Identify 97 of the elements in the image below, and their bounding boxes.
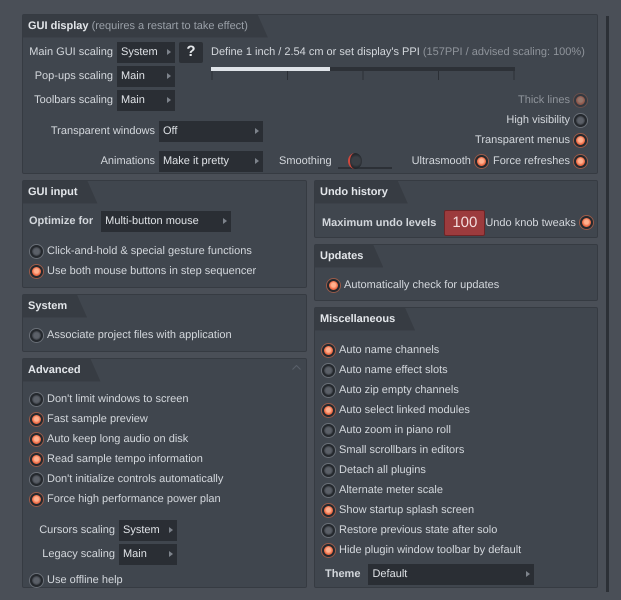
caret-icon	[169, 527, 173, 533]
caret-icon	[526, 571, 530, 577]
panel-title: Updates	[315, 245, 384, 268]
dropdown[interactable]: Multi-button mouse	[101, 210, 232, 232]
option-label: Don't initialize controls automatically	[47, 472, 224, 488]
caret-icon	[167, 49, 171, 55]
radio-button[interactable]	[322, 384, 335, 397]
radio-button[interactable]	[30, 493, 43, 506]
radio-button[interactable]	[574, 134, 587, 147]
field-label: Legacy scaling	[41, 546, 115, 562]
radio-button[interactable]	[30, 393, 43, 406]
panel-title: GUI input	[23, 181, 98, 204]
dropdown[interactable]: Default	[368, 564, 534, 584]
radio-button[interactable]	[30, 433, 43, 446]
field-label: Pop-ups scaling	[34, 68, 113, 84]
option-label: Don't limit windows to screen	[47, 392, 188, 408]
option-label: Alternate meter scale	[339, 485, 443, 496]
option-label: Hide plugin window toolbar by default	[339, 545, 522, 556]
field-label: Maximum undo levels	[322, 216, 436, 230]
option-label: Automatically check for updates	[344, 278, 500, 294]
option-label: Fast sample preview	[47, 412, 148, 428]
radio-button[interactable]	[30, 574, 43, 587]
option-label: Ultrasmooth	[412, 154, 471, 169]
option-label: Read sample tempo information	[47, 452, 203, 468]
field-label: Animations	[100, 154, 155, 169]
field-label: Optimize for	[29, 214, 94, 229]
option-label: Auto name channels	[339, 345, 440, 356]
option-label: Small scrollbars in editors	[339, 445, 464, 456]
caret-icon	[255, 158, 259, 164]
scrollbar[interactable]	[606, 16, 609, 592]
option-label: Force refreshes	[492, 154, 570, 169]
field-label: Toolbars scaling	[33, 92, 113, 108]
field-label: Theme	[325, 568, 360, 580]
radio-button[interactable]	[322, 404, 335, 417]
panel-title: GUI display (requires a restart to take effect)	[23, 15, 268, 38]
radio-button[interactable]	[30, 265, 43, 278]
option-label: Use both mouse buttons in step sequencer	[47, 264, 256, 280]
radio-button[interactable]	[30, 329, 43, 342]
radio-button[interactable]	[30, 453, 43, 466]
option-label: Use offline help	[47, 573, 123, 588]
radio-button[interactable]	[327, 279, 340, 292]
option-label: High visibility	[506, 113, 570, 128]
dropdown[interactable]: Main	[117, 90, 175, 110]
option-label: Detach all plugins	[339, 465, 426, 476]
smoothing-slider[interactable]	[338, 153, 392, 169]
field-label: Main GUI scaling	[29, 44, 113, 60]
caret-icon	[169, 551, 173, 557]
radio-button[interactable]	[322, 444, 335, 457]
dropdown[interactable]: System	[119, 520, 177, 540]
option-label: Associate project files with application	[47, 328, 232, 344]
ppi-slider[interactable]	[211, 66, 515, 70]
radio-button[interactable]	[322, 484, 335, 497]
option-label: Force high performance power plan	[47, 492, 221, 508]
panel-title: System	[23, 295, 88, 318]
radio-button[interactable]	[322, 524, 335, 537]
radio-button[interactable]	[474, 154, 488, 168]
undo-levels-field[interactable]: 100	[444, 210, 486, 236]
radio-button[interactable]	[30, 473, 43, 486]
option-label: Thick lines	[518, 93, 570, 108]
option-label: Transparent menus	[475, 133, 570, 148]
ppi-label: Define 1 inch / 2.54 cm or set display's PPI (157PPI / advised scaling: 100%)	[211, 44, 585, 60]
panel-title: Miscellaneous	[315, 308, 416, 330]
option-label: Auto name effect slots	[339, 365, 448, 376]
radio-button[interactable]	[322, 464, 335, 477]
dropdown[interactable]: Main	[119, 544, 177, 564]
field-label: Transparent windows	[50, 124, 155, 139]
option-label: Auto select linked modules	[339, 405, 470, 416]
option-label: Auto keep long audio on disk	[47, 432, 188, 448]
radio-button[interactable]	[322, 364, 335, 377]
radio-button[interactable]	[580, 216, 593, 230]
radio-button[interactable]	[322, 344, 335, 357]
option-label: Restore previous state after solo	[339, 525, 498, 536]
option-label: Auto zip empty channels	[339, 385, 459, 396]
help-button[interactable]: ?	[179, 42, 203, 62]
radio-button[interactable]	[574, 154, 587, 168]
caret-icon	[167, 97, 171, 103]
panel-title: Undo history	[315, 181, 408, 204]
option-label: Auto zoom in piano roll	[339, 425, 451, 436]
field-label: Smoothing	[279, 154, 332, 169]
field-label: Cursors scaling	[38, 522, 115, 538]
dropdown[interactable]: System	[117, 42, 175, 62]
radio-button[interactable]	[322, 544, 335, 557]
caret-icon	[167, 73, 171, 79]
caret-icon	[223, 218, 228, 224]
dropdown[interactable]: Main	[117, 66, 175, 86]
radio-button[interactable]	[322, 504, 335, 517]
option-label: Undo knob tweaks	[485, 216, 576, 230]
dropdown[interactable]: Off	[159, 120, 263, 142]
dropdown[interactable]: Make it pretty	[159, 150, 263, 172]
radio-button[interactable]	[30, 413, 43, 426]
radio-button[interactable]	[322, 424, 335, 437]
panel-title: Advanced	[23, 359, 101, 382]
radio-button[interactable]	[574, 114, 587, 127]
option-label: Show startup splash screen	[339, 505, 474, 516]
option-label: Click-and-hold & special gesture functions	[47, 244, 252, 260]
radio-button[interactable]	[30, 245, 43, 258]
caret-icon	[255, 128, 259, 134]
